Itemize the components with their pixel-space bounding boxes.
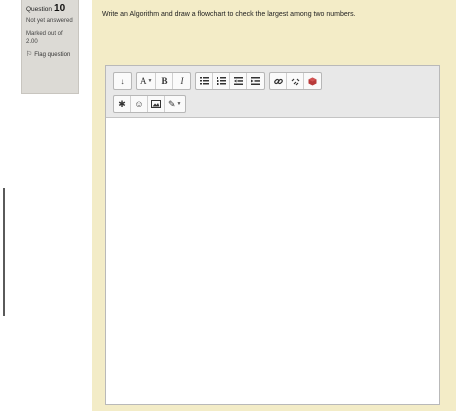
media-button[interactable]	[304, 73, 321, 89]
bold-button[interactable]: B	[156, 73, 174, 89]
link-button[interactable]	[270, 73, 288, 89]
question-state: Not yet answered	[26, 18, 73, 24]
font-style-icon: A	[140, 76, 147, 86]
ordered-list-button[interactable]	[213, 73, 231, 89]
answer-editor: ↓ A ▼ B I ✱ ☺ ✎ ▼	[105, 65, 440, 405]
toolbar-row-1: ↓ A ▼ B I	[113, 72, 323, 90]
flag-icon: ⚐	[26, 51, 33, 58]
media-icon	[308, 77, 317, 85]
editor-toolbar: ↓ A ▼ B I ✱ ☺ ✎ ▼	[106, 66, 439, 118]
toolbar-group-lists	[195, 72, 266, 90]
question-text: Write an Algorithm and draw a flowchart …	[102, 11, 356, 18]
outdent-icon	[233, 77, 243, 85]
toolbar-group-collapse: ↓	[113, 72, 132, 90]
toolbar-group-style: A ▼ B I	[136, 72, 192, 90]
flag-question-link[interactable]: ⚐ Flag question	[26, 51, 74, 59]
question-info-panel: Question 10 Not yet answered Marked out …	[21, 0, 79, 94]
bold-icon: B	[161, 76, 168, 86]
toolbar-toggle-icon: ↓	[120, 76, 125, 86]
toolbar-toggle-button[interactable]: ↓	[114, 73, 131, 89]
draw-button[interactable]: ✎ ▼	[165, 96, 185, 112]
italic-button[interactable]: I	[173, 73, 190, 89]
unlink-icon	[291, 78, 300, 85]
equation-button[interactable]: ✱	[114, 96, 131, 112]
flag-question-label: Flag question	[34, 52, 71, 58]
ordered-list-icon	[216, 77, 226, 85]
chevron-down-icon: ▼	[147, 78, 153, 84]
unordered-list-button[interactable]	[196, 73, 214, 89]
question-content-panel: Write an Algorithm and draw a flowchart …	[92, 0, 456, 411]
indent-icon	[251, 77, 261, 85]
unlink-button[interactable]	[287, 73, 305, 89]
question-number-line: Question 10	[26, 3, 74, 14]
toolbar-row-2: ✱ ☺ ✎ ▼	[113, 95, 186, 113]
question-label: Question	[26, 6, 53, 13]
italic-icon: I	[180, 76, 184, 86]
toolbar-group-links	[269, 72, 323, 90]
link-icon	[274, 78, 283, 84]
question-number: 10	[54, 3, 66, 14]
chevron-down-icon: ▼	[176, 101, 182, 107]
answer-text-area[interactable]	[106, 118, 439, 404]
image-icon	[151, 100, 161, 108]
question-marks: Marked out of 2.00	[26, 31, 63, 45]
equation-icon: ✱	[118, 98, 126, 109]
draw-icon: ✎	[168, 98, 176, 109]
outdent-button[interactable]	[230, 73, 248, 89]
emoticon-button[interactable]: ☺	[131, 96, 148, 112]
emoticon-icon: ☺	[134, 99, 144, 109]
indent-button[interactable]	[247, 73, 264, 89]
window-edge-scrollbar	[3, 188, 5, 316]
toolbar-group-insert: ✱ ☺ ✎ ▼	[113, 95, 186, 113]
unordered-list-icon	[199, 77, 209, 85]
font-style-button[interactable]: A ▼	[137, 73, 157, 89]
image-button[interactable]	[148, 96, 165, 112]
